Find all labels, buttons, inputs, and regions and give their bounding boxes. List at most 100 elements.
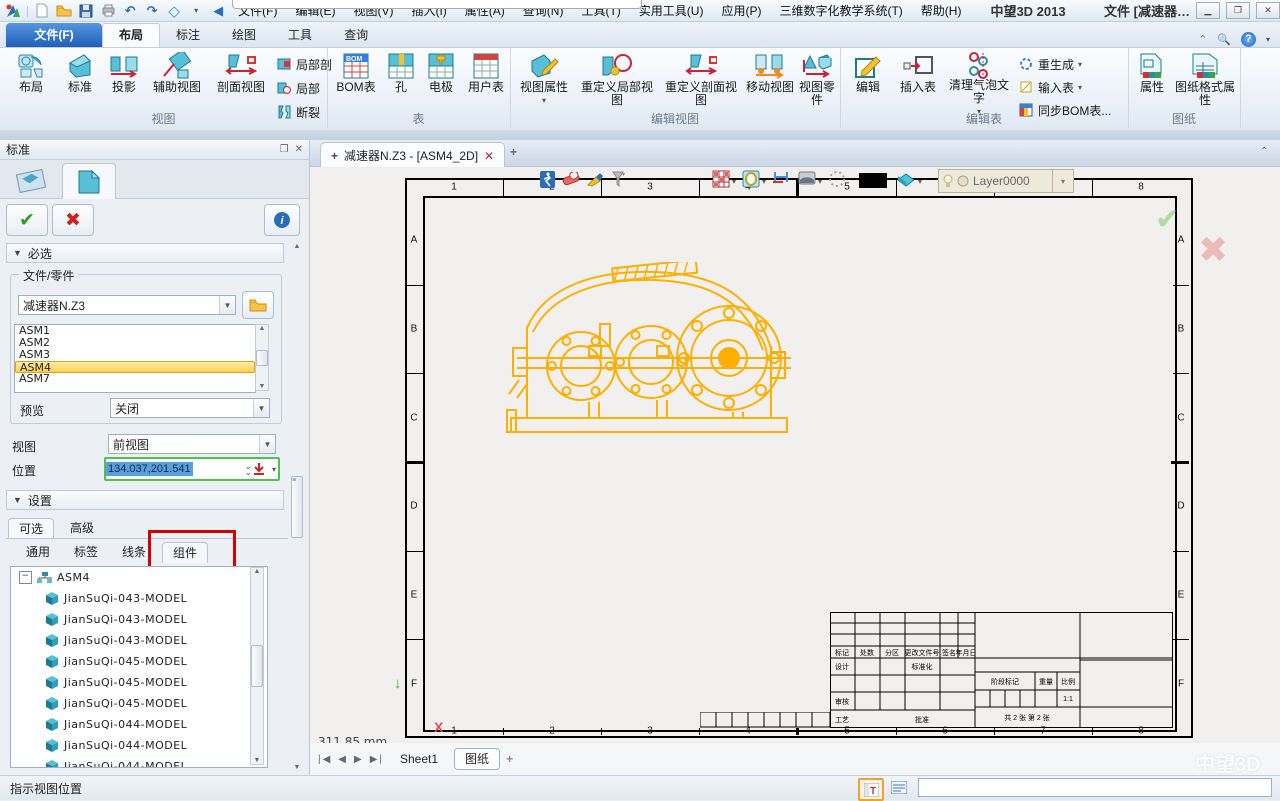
display-dropdown-icon[interactable]: ▾ (816, 172, 824, 190)
part-display-dropdown-icon[interactable]: ▾ (916, 172, 924, 190)
pattern-grid-icon[interactable] (712, 170, 730, 188)
tree-item[interactable]: JianSuQi-045-MODEL (11, 672, 267, 693)
redefine-detail-view-button[interactable]: 重定义局部视图 (576, 51, 658, 113)
print-icon[interactable] (99, 3, 117, 19)
info-button[interactable]: i (264, 204, 300, 236)
section-line-icon[interactable] (772, 170, 790, 188)
move-view-button[interactable]: 移动视图 (744, 51, 796, 113)
auxiliary-view-button[interactable]: 辅助视图 (146, 51, 208, 113)
layout-button[interactable]: 布局 (6, 51, 56, 113)
component-tree[interactable]: − ASM4 JianSuQi-043-MODEL JianSuQi-043-M… (10, 566, 268, 768)
preview-combo[interactable]: 关闭▼ (110, 398, 270, 418)
tree-item[interactable]: JianSuQi-044-MODEL (11, 714, 267, 735)
ellipse-tool-icon[interactable] (742, 170, 760, 188)
search-icon[interactable]: 🔍 (1217, 33, 1231, 46)
tree-item[interactable]: JianSuQi-043-MODEL (11, 609, 267, 630)
view-part-button[interactable]: 视图零件 (796, 51, 838, 113)
standard-view-button[interactable]: 标准 (58, 51, 102, 113)
dotted-circle-icon[interactable] (828, 170, 846, 188)
tree-item[interactable]: JianSuQi-045-MODEL (11, 693, 267, 714)
ribbon-tab-draw[interactable]: 绘图 (216, 24, 272, 47)
edit-button[interactable]: 编辑 (846, 51, 890, 113)
panel-restore-icon[interactable]: ❐ (280, 144, 289, 155)
panel-scrollbar[interactable]: ▲≡▼ (290, 243, 304, 771)
user-table-button[interactable]: 用户表 (463, 51, 509, 113)
file-combo[interactable]: 减速器N.Z3▼ (18, 295, 236, 315)
help-dropdown-icon[interactable]: ▾ (1266, 35, 1270, 44)
list-item[interactable]: ASM3 (15, 349, 255, 361)
tab-close-icon[interactable]: ✕ (484, 149, 494, 163)
redefine-section-view-button[interactable]: 重定义剖面视图 (660, 51, 742, 113)
ribbon-collapse-icon[interactable]: ⌃ (1198, 33, 1207, 46)
panel-close-icon[interactable]: ✕ (295, 144, 303, 155)
canvas-collapse-icon[interactable]: ⌃ (1260, 146, 1268, 157)
settings-section-header[interactable]: ▼设置 (6, 490, 284, 510)
list-scrollbar[interactable]: ▲▼ (255, 324, 269, 391)
list-item-selected[interactable]: ASM4 (15, 361, 255, 373)
menu-applications[interactable]: 应用(P) (714, 2, 768, 19)
sheet-attributes-button[interactable]: 属性 (1130, 51, 1174, 113)
projection-button[interactable]: 投影 (102, 51, 146, 113)
drawing-canvas[interactable]: 1 2 3 4 5 6 7 8 1 2 3 4 5 6 7 8 A B C D … (310, 167, 1280, 743)
input-table-button[interactable]: 输入表▾ (1018, 77, 1082, 97)
list-item[interactable]: ASM7 (15, 373, 255, 385)
exit-sketch-icon[interactable] (538, 170, 556, 188)
pick-point-icon[interactable] (252, 462, 272, 476)
list-item[interactable]: ASM2 (15, 337, 255, 349)
tree-item[interactable]: JianSuQi-043-MODEL (11, 588, 267, 609)
reducer-front-view-drawing[interactable] (505, 262, 805, 442)
list-item[interactable]: ASM1 (15, 325, 255, 337)
ribbon-tab-inquire[interactable]: 查询 (328, 24, 384, 47)
command-input[interactable] (918, 778, 1272, 797)
ribbon-file-tab[interactable]: 文件(F) (6, 23, 102, 47)
minimize-button[interactable]: ▁ (1196, 2, 1220, 19)
background-color-swatch[interactable] (858, 171, 888, 189)
open-file-icon[interactable] (55, 3, 73, 19)
help-icon[interactable]: ? (1241, 32, 1256, 47)
hole-table-button[interactable]: 孔 (383, 51, 419, 113)
assembly-listbox[interactable]: ASM1 ASM2 ASM3 ASM4 ASM7 (14, 324, 256, 393)
sheet-tab-sheet1[interactable]: Sheet1 (390, 749, 448, 769)
quick-access-dropdown-icon[interactable]: ▾ (187, 3, 205, 19)
new-tab-icon[interactable]: + (510, 145, 517, 159)
position-input[interactable]: 134.037,201.541 (106, 462, 193, 476)
tab-advanced[interactable]: 高级 (60, 518, 104, 538)
eraser-icon[interactable] (562, 170, 580, 188)
save-icon[interactable] (77, 3, 95, 19)
tree-item[interactable]: JianSuQi-044-MODEL (11, 735, 267, 756)
tab-pin-icon[interactable]: + (331, 149, 338, 163)
tab-drawing-view[interactable] (6, 163, 58, 198)
undo-icon[interactable]: ↶ (121, 3, 139, 19)
tree-item[interactable]: JianSuQi-043-MODEL (11, 630, 267, 651)
menu-help[interactable]: 帮助(H) (914, 2, 969, 19)
shaded-display-icon[interactable] (798, 170, 816, 188)
ellipse-dropdown-icon[interactable]: ▾ (760, 172, 768, 190)
position-dropdown-icon[interactable]: ▾ (272, 465, 276, 474)
redo-icon[interactable]: ↷ (143, 3, 161, 19)
pattern-dropdown-icon[interactable]: ▾ (730, 172, 738, 190)
next-sheet-icon[interactable]: ▶ (354, 754, 364, 765)
insert-table-button[interactable]: 插入表 (892, 51, 944, 113)
tree-item[interactable]: JianSuQi-045-MODEL (11, 651, 267, 672)
view-attributes-button[interactable]: 视图属性 ▾ (514, 51, 574, 113)
menu-3d-teaching-system[interactable]: 三维数字化教学系统(T) (772, 2, 909, 19)
section-view-button[interactable]: 剖面视图 (210, 51, 272, 113)
collapse-left-icon[interactable]: ◀ (209, 3, 227, 19)
cancel-button[interactable]: ✖ (52, 204, 94, 236)
filter-icon[interactable] (610, 170, 628, 188)
sheet-format-attributes-button[interactable]: 图纸格式属性 (1174, 51, 1236, 113)
required-section-header[interactable]: ▼必选 (6, 243, 284, 263)
layer-dropdown-icon[interactable]: ▾ (1052, 169, 1074, 193)
close-button[interactable]: ✕ (1256, 2, 1280, 19)
ok-button[interactable]: ✔ (6, 204, 48, 236)
message-list-icon[interactable] (888, 778, 910, 797)
regen-icon[interactable]: ◇ (165, 3, 183, 19)
prompt-panel-toggle-icon[interactable]: T (858, 778, 884, 801)
ribbon-tab-tools[interactable]: 工具 (272, 24, 328, 47)
new-file-icon[interactable] (33, 3, 51, 19)
view-combo[interactable]: 前视图▼ (108, 434, 276, 454)
paint-brush-icon[interactable] (586, 170, 604, 188)
add-sheet-icon[interactable]: + (506, 752, 513, 766)
broken-section-button[interactable]: 局部剖 (276, 54, 332, 74)
prev-sheet-icon[interactable]: ◀ (338, 754, 348, 765)
